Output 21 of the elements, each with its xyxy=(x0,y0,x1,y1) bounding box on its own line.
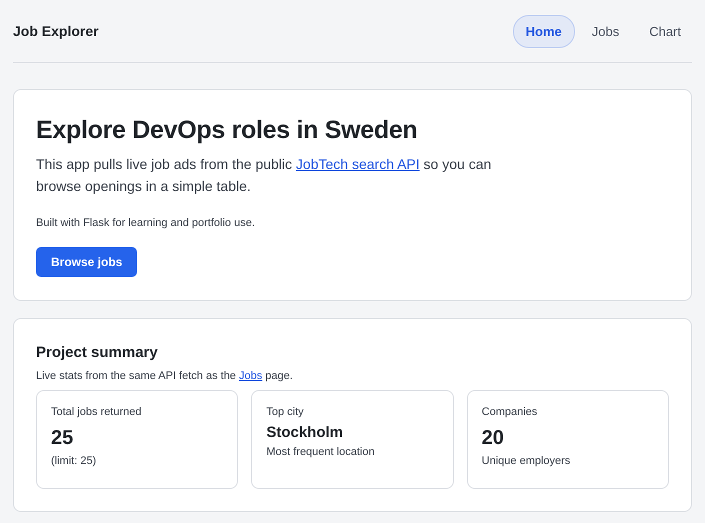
stat-caption: Unique employers xyxy=(482,455,570,467)
app-title: Job Explorer xyxy=(13,23,99,39)
stat-caption: (limit: 25) xyxy=(51,455,96,467)
stat-value: Stockholm xyxy=(266,424,344,441)
stat-label: Top city xyxy=(266,406,304,418)
summary-subtitle: Live stats from the same API fetch as the Jobs page. xyxy=(36,370,294,382)
text-link[interactable]: JobTech search API xyxy=(296,156,420,172)
stat-label: Companies xyxy=(482,406,538,418)
hero-title: Explore DevOps roles in Sweden xyxy=(36,116,418,145)
stat-value: 20 xyxy=(482,427,504,450)
text-link[interactable]: Jobs xyxy=(238,370,262,382)
stat-caption: Most frequent location xyxy=(266,446,375,458)
summary-title: Project summary xyxy=(36,344,159,361)
nav-link[interactable]: Home xyxy=(512,14,575,48)
intro-text: This app pulls live job ads from the public JobTech search API so you can browse openings in a simple table. xyxy=(36,155,492,196)
nav-link[interactable]: Jobs xyxy=(578,14,632,48)
stat-label: Total jobs returned xyxy=(51,406,142,418)
nav-link[interactable]: Chart xyxy=(636,14,694,48)
browse-jobs-button[interactable]: Browse jobs xyxy=(36,247,138,277)
note-text: Built with Flask for learning and portfolio use. xyxy=(36,217,255,229)
stat-value: 25 xyxy=(51,427,74,450)
